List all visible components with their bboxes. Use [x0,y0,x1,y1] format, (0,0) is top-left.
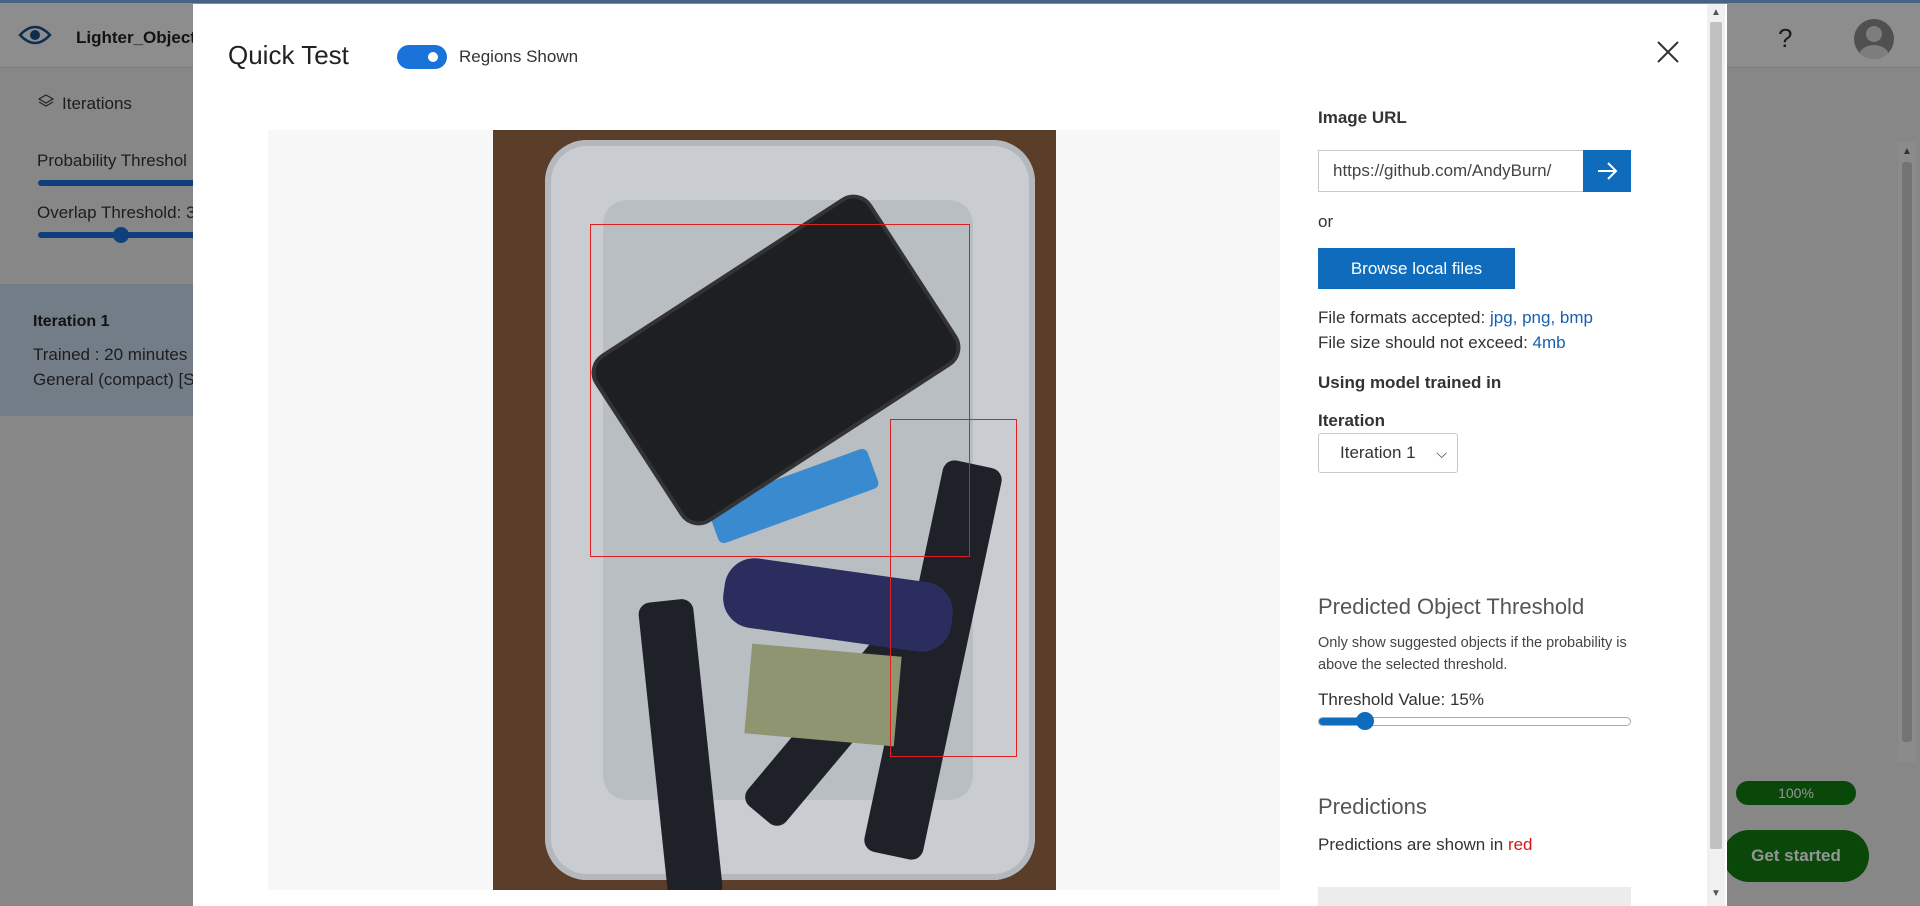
prediction-box [890,419,1017,757]
threshold-heading: Predicted Object Threshold [1318,594,1585,619]
file-size-text: File size should not exceed: 4mb [1318,333,1566,352]
predictions-heading: Predictions [1318,794,1427,819]
browse-local-files-button[interactable]: Browse local files [1318,248,1515,289]
file-size-value: 4mb [1532,333,1566,352]
predictions-description: Predictions are shown in red [1318,835,1533,854]
threshold-value-label: Threshold Value: 15% [1318,690,1485,709]
iteration-select[interactable]: Iteration 1 ⌵ [1318,433,1458,473]
threshold-slider-thumb[interactable] [1355,712,1374,730]
close-icon[interactable] [1654,38,1682,66]
model-trained-label: Using model trained in [1318,373,1502,392]
file-formats-value: jpg, png, bmp [1489,308,1593,327]
predictions-list [1318,887,1631,906]
image-url-input[interactable]: https://github.com/AndyBurn/ [1318,150,1584,192]
submit-url-button[interactable] [1583,150,1631,192]
regions-shown-label: Regions Shown [459,47,579,66]
or-separator: or [1318,212,1334,231]
threshold-description: Only show suggested objects if the proba… [1318,635,1627,673]
image-url-label: Image URL [1318,108,1407,127]
arrow-right-icon [1598,162,1618,180]
dialog-scrollbar[interactable]: ▲ ▼ [1707,4,1725,906]
iteration-label: Iteration [1318,411,1386,430]
chevron-down-icon: ⌵ [1436,445,1447,461]
file-formats-text: File formats accepted: jpg, png, bmp [1318,308,1593,327]
dialog-title: Quick Test [228,40,349,70]
regions-shown-toggle[interactable] [397,45,447,69]
